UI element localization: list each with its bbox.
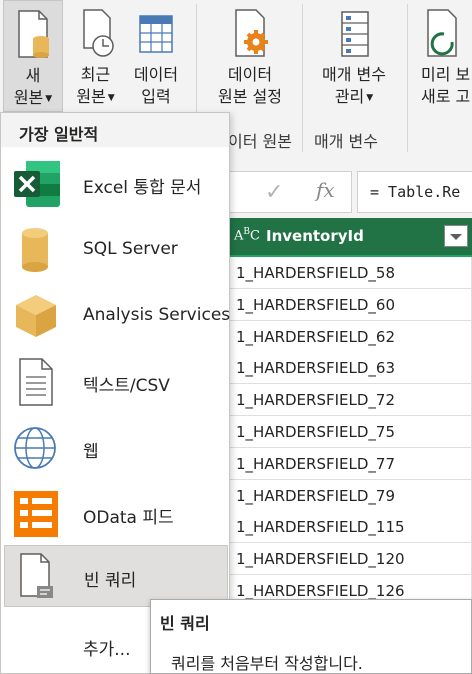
table-row[interactable]: 1_HARDERSFIELD_60 bbox=[228, 288, 472, 321]
table-cell: 1_HARDERSFIELD_79 bbox=[236, 486, 396, 505]
check-icon[interactable]: ✓ bbox=[265, 180, 283, 205]
tooltip-title: 빈 쿼리 bbox=[160, 614, 210, 633]
menu-item-label: 텍스트/CSV bbox=[83, 376, 170, 396]
menu-item-label: OData 피드 bbox=[83, 508, 174, 528]
parameters-icon bbox=[341, 11, 369, 57]
table-cell: 1_HARDERSFIELD_120 bbox=[236, 550, 405, 569]
table-icon bbox=[139, 15, 173, 53]
chevron-down-icon: ▼ bbox=[366, 93, 374, 103]
table-row[interactable]: 1_HARDERSFIELD_79 bbox=[228, 479, 472, 512]
recent-source-label-1: 최근 bbox=[80, 65, 111, 84]
data-source-settings-label-1: 데이터 bbox=[227, 65, 273, 84]
formula-bar-controls: ✓ fx bbox=[228, 171, 352, 213]
manage-parameters-label-2: 관리 bbox=[334, 87, 365, 106]
enter-data-label-1: 데이터 bbox=[133, 65, 179, 84]
column-header[interactable]: ABC InventoryId bbox=[228, 218, 472, 255]
new-source-label-2: 원본 bbox=[13, 88, 44, 107]
ribbon-separator bbox=[407, 4, 408, 152]
menu-item-label: 빈 쿼리 bbox=[84, 571, 137, 591]
group-label-data-sources: 이터 원본 bbox=[228, 132, 292, 151]
table-cell: 1_HARDERSFIELD_72 bbox=[236, 391, 396, 410]
menu-item-label: Analysis Services bbox=[83, 305, 231, 325]
data-source-settings-button[interactable]: 데이터 원본 설정 bbox=[205, 0, 295, 112]
table-cell: 1_HARDERSFIELD_77 bbox=[236, 454, 396, 473]
table-cell: 1_HARDERSFIELD_75 bbox=[236, 423, 396, 441]
text-file-icon bbox=[19, 358, 53, 406]
chevron-down-icon: ▼ bbox=[107, 93, 115, 103]
recent-source-button[interactable]: 최근 원본 ▼ bbox=[68, 0, 123, 112]
tooltip: 빈 쿼리 쿼리를 처음부터 작성합니다. bbox=[150, 599, 472, 674]
tooltip-description: 쿼리를 처음부터 작성합니다. bbox=[171, 654, 363, 673]
column-header-label: InventoryId bbox=[266, 227, 364, 245]
cube-icon bbox=[16, 295, 56, 337]
table-row[interactable]: 1_HARDERSFIELD_72 bbox=[228, 384, 472, 417]
menu-item-label: SQL Server bbox=[83, 239, 178, 259]
odata-icon bbox=[14, 491, 58, 537]
refresh-preview-label-2: 새로 고 bbox=[421, 87, 471, 106]
menu-item-text-csv[interactable]: 텍스트/CSV bbox=[4, 351, 228, 413]
menu-item-label: 웹 bbox=[83, 442, 99, 462]
ribbon-separator bbox=[302, 4, 303, 152]
table-row[interactable]: 1_HARDERSFIELD_75 bbox=[228, 416, 472, 448]
recent-source-icon bbox=[82, 9, 114, 57]
table-cell: 1_HARDERSFIELD_126 bbox=[236, 582, 405, 600]
data-source-settings-label-2: 원본 설정 bbox=[218, 87, 282, 106]
manage-parameters-label-1: 매개 변수 bbox=[322, 65, 386, 84]
excel-icon bbox=[14, 161, 60, 207]
new-source-menu: 가장 일반적 Excel 통합 문서 SQL Server Analysis S… bbox=[0, 112, 230, 674]
table-row[interactable]: 1_HARDERSFIELD_62 bbox=[228, 320, 472, 353]
manage-parameters-button[interactable]: 매개 변수 관리 ▼ bbox=[308, 0, 400, 112]
new-source-button[interactable]: 새 원본 ▼ bbox=[3, 0, 63, 112]
section-header: 가장 일반적 bbox=[19, 125, 99, 144]
more-sources-link[interactable]: 추가... bbox=[83, 635, 131, 660]
refresh-preview-label-1: 미리 보 bbox=[421, 65, 471, 84]
text-type-icon[interactable]: ABC bbox=[234, 227, 260, 243]
menu-item-web[interactable]: 웹 bbox=[4, 417, 228, 479]
formula-input[interactable]: = Table.Re bbox=[357, 171, 472, 213]
menu-item-sql-server[interactable]: SQL Server bbox=[4, 219, 228, 281]
table-cell: 1_HARDERSFIELD_58 bbox=[236, 264, 396, 282]
database-icon bbox=[22, 228, 48, 272]
menu-item-label: Excel 통합 문서 bbox=[83, 178, 202, 198]
table-cell: 1_HARDERSFIELD_115 bbox=[236, 518, 405, 537]
menu-item-blank-query[interactable]: 빈 쿼리 bbox=[4, 545, 228, 607]
menu-item-odata[interactable]: OData 피드 bbox=[4, 483, 228, 545]
chevron-down-icon: ▼ bbox=[45, 94, 53, 104]
recent-source-label-2: 원본 bbox=[76, 87, 106, 106]
menu-item-analysis-services[interactable]: Analysis Services bbox=[4, 285, 231, 347]
refresh-icon bbox=[427, 9, 457, 57]
globe-icon bbox=[14, 427, 56, 469]
gear-icon bbox=[235, 9, 268, 57]
refresh-preview-button[interactable]: 미리 보 새로 고 bbox=[412, 0, 472, 112]
new-source-icon bbox=[18, 10, 49, 58]
fx-icon[interactable]: fx bbox=[316, 178, 335, 202]
group-label-parameters: 매개 변수 bbox=[314, 132, 378, 151]
table-cell: 1_HARDERSFIELD_60 bbox=[236, 295, 396, 314]
new-source-label-1: 새 bbox=[25, 66, 41, 85]
table-row[interactable]: 1_HARDERSFIELD_120 bbox=[228, 543, 472, 576]
menu-item-excel[interactable]: Excel 통합 문서 bbox=[4, 153, 228, 215]
table-row[interactable]: 1_HARDERSFIELD_58 bbox=[228, 257, 472, 289]
blank-query-icon bbox=[20, 553, 53, 598]
enter-data-button[interactable]: 데이터 입력 bbox=[125, 0, 187, 112]
filter-dropdown-button[interactable] bbox=[444, 225, 468, 247]
table-row[interactable]: 1_HARDERSFIELD_115 bbox=[228, 511, 472, 544]
table-row[interactable]: 1_HARDERSFIELD_63 bbox=[228, 352, 472, 385]
enter-data-label-2: 입력 bbox=[141, 87, 171, 106]
table-cell: 1_HARDERSFIELD_63 bbox=[236, 359, 396, 378]
table-row[interactable]: 1_HARDERSFIELD_77 bbox=[228, 447, 472, 480]
table-cell: 1_HARDERSFIELD_62 bbox=[236, 327, 396, 346]
